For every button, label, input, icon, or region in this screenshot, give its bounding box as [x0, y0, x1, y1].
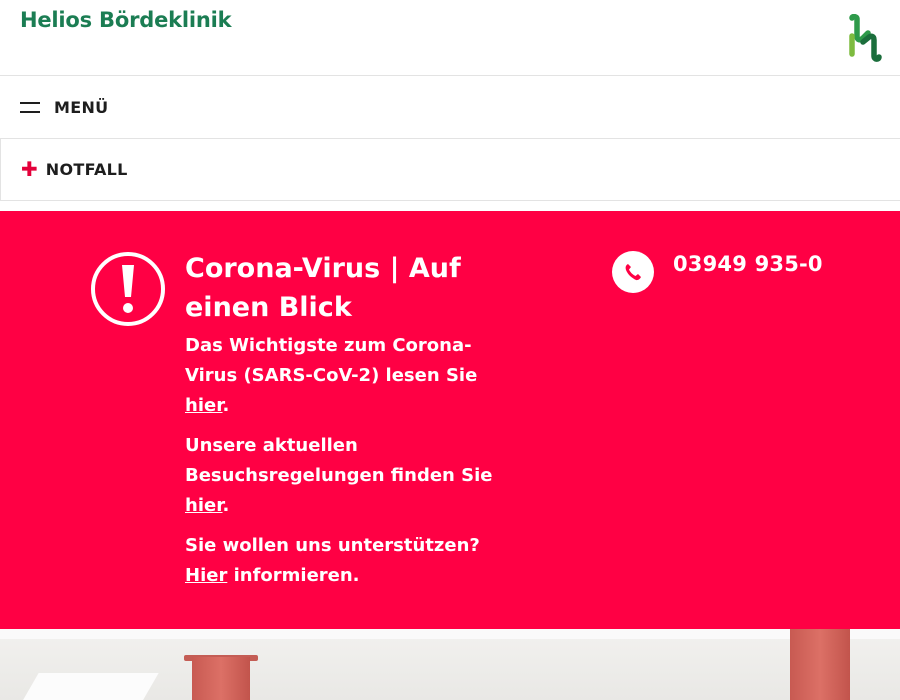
- alert-text-end: informieren.: [227, 565, 360, 586]
- menu-button[interactable]: MENÜ: [20, 94, 108, 120]
- support-link[interactable]: Hier: [185, 565, 227, 586]
- exclamation-circle-icon: [91, 252, 165, 326]
- visiting-rules-link[interactable]: hier: [185, 495, 223, 516]
- corona-alert-banner: Corona-Virus | Auf einen Blick Das Wicht…: [0, 211, 900, 629]
- alert-text-end: .: [222, 395, 230, 416]
- alert-title: Corona-Virus | Auf einen Blick: [185, 253, 461, 323]
- helios-logo-icon[interactable]: [846, 14, 882, 62]
- hero-light: [21, 673, 159, 700]
- hero-pillar: [192, 657, 250, 700]
- site-header: Helios Bördeklinik: [0, 0, 900, 76]
- phone-number-link[interactable]: 03949 935-0: [673, 249, 823, 279]
- hamburger-icon[interactable]: [20, 100, 40, 114]
- emergency-button[interactable]: ✚ NOTFALL: [21, 159, 128, 179]
- site-title-link[interactable]: Helios Bördeklinik: [20, 8, 232, 32]
- plus-icon: ✚: [21, 157, 38, 181]
- phone-icon: [612, 251, 654, 293]
- phone-contact: 03949 935-0: [612, 249, 823, 293]
- alert-paragraph-support: Sie wollen uns unterstützen? Hier inform…: [185, 531, 495, 591]
- hero-ceiling: [0, 629, 900, 639]
- phone-glyph-icon: [625, 264, 641, 281]
- alert-paragraph-visiting: Unsere aktuellen Besuchsregelungen finde…: [185, 431, 495, 521]
- emergency-label[interactable]: NOTFALL: [46, 160, 128, 179]
- emergency-bar: ✚ NOTFALL: [0, 138, 900, 201]
- alert-text: Sie wollen uns unterstützen?: [185, 535, 480, 556]
- alert-content: Corona-Virus | Auf einen Blick Das Wicht…: [185, 249, 495, 601]
- alert-text: Unsere aktuellen Besuchsregelungen finde…: [185, 435, 493, 486]
- menu-label[interactable]: MENÜ: [54, 98, 108, 117]
- alert-paragraph-info: Das Wichtigste zum Corona-Virus (SARS-Co…: [185, 331, 495, 421]
- alert-text-end: .: [222, 495, 230, 516]
- info-link[interactable]: hier: [185, 395, 223, 416]
- menu-bar: MENÜ: [0, 76, 900, 138]
- hero-image: [0, 629, 900, 700]
- hero-pillar: [790, 629, 850, 700]
- alert-text: Das Wichtigste zum Corona-Virus (SARS-Co…: [185, 335, 478, 386]
